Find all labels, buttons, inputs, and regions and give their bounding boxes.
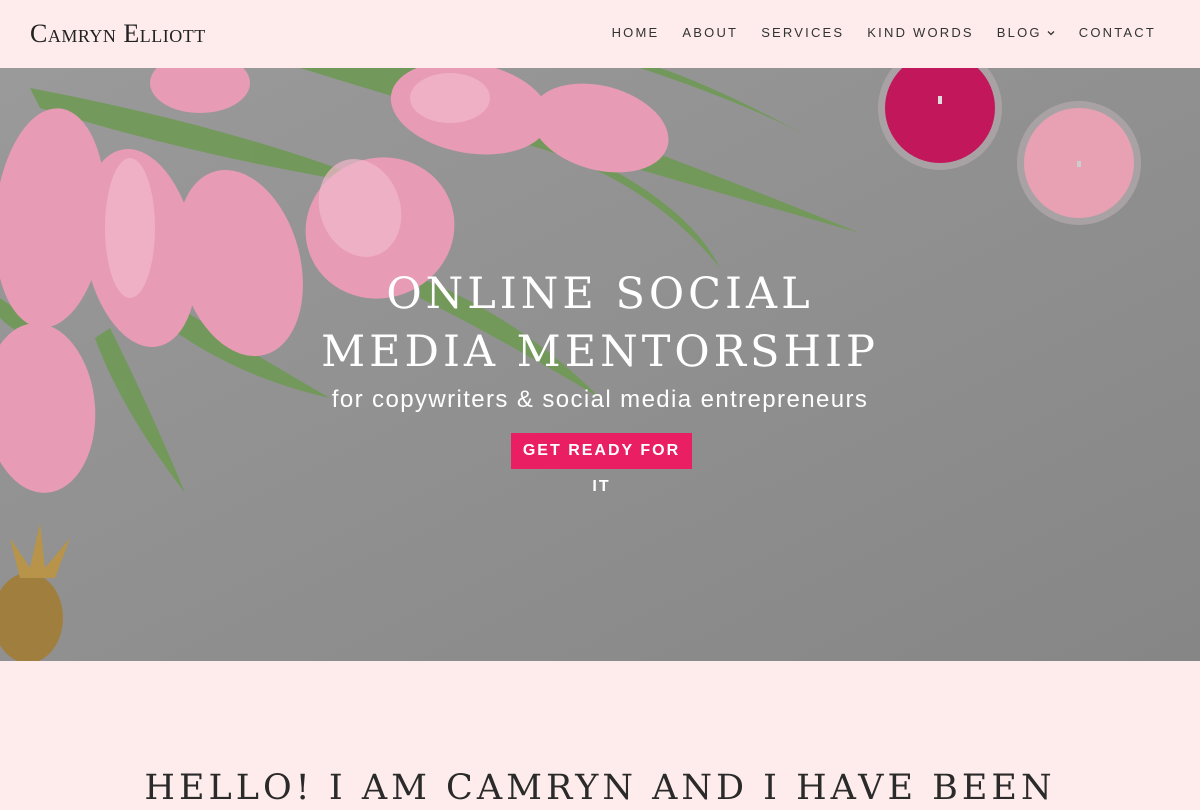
nav-label: KIND WORDS — [867, 25, 974, 40]
hero-section: ONLINE SOCIAL MEDIA MENTORSHIP for copyw… — [0, 68, 1200, 661]
site-header: Camryn Elliott HOME ABOUT SERVICES KIND … — [0, 0, 1200, 68]
nav-item-about[interactable]: ABOUT — [682, 24, 738, 42]
nav-label: ABOUT — [682, 25, 739, 40]
nav-item-blog[interactable]: BLOG — [997, 24, 1056, 42]
intro-heading: HELLO! I AM CAMRYN AND I HAVE BEEN — [144, 768, 1056, 808]
nav-label: BLOG — [996, 25, 1042, 40]
site-logo[interactable]: Camryn Elliott — [30, 18, 206, 50]
nav-label: SERVICES — [761, 25, 845, 40]
nav-label: CONTACT — [1078, 25, 1156, 40]
chevron-down-icon — [1047, 31, 1055, 36]
hero-title-line-1: ONLINE SOCIAL — [386, 269, 814, 319]
hero-content: ONLINE SOCIAL MEDIA MENTORSHIP for copyw… — [0, 68, 1200, 661]
hero-subtitle: for copywriters & social media entrepren… — [331, 386, 869, 413]
nav-item-home[interactable]: HOME — [612, 24, 660, 42]
nav-label: HOME — [611, 25, 660, 40]
hero-title-line-2: MEDIA MENTORSHIP — [321, 327, 879, 377]
main-nav: HOME ABOUT SERVICES KIND WORDS BLOG CONT… — [589, 24, 1156, 42]
nav-item-contact[interactable]: CONTACT — [1079, 24, 1156, 42]
nav-item-services[interactable]: SERVICES — [761, 24, 844, 42]
nav-item-kind-words[interactable]: KIND WORDS — [867, 24, 974, 42]
hero-title: ONLINE SOCIAL MEDIA MENTORSHIP — [0, 265, 1200, 381]
get-ready-button[interactable]: GET READY FOR IT — [511, 433, 692, 495]
